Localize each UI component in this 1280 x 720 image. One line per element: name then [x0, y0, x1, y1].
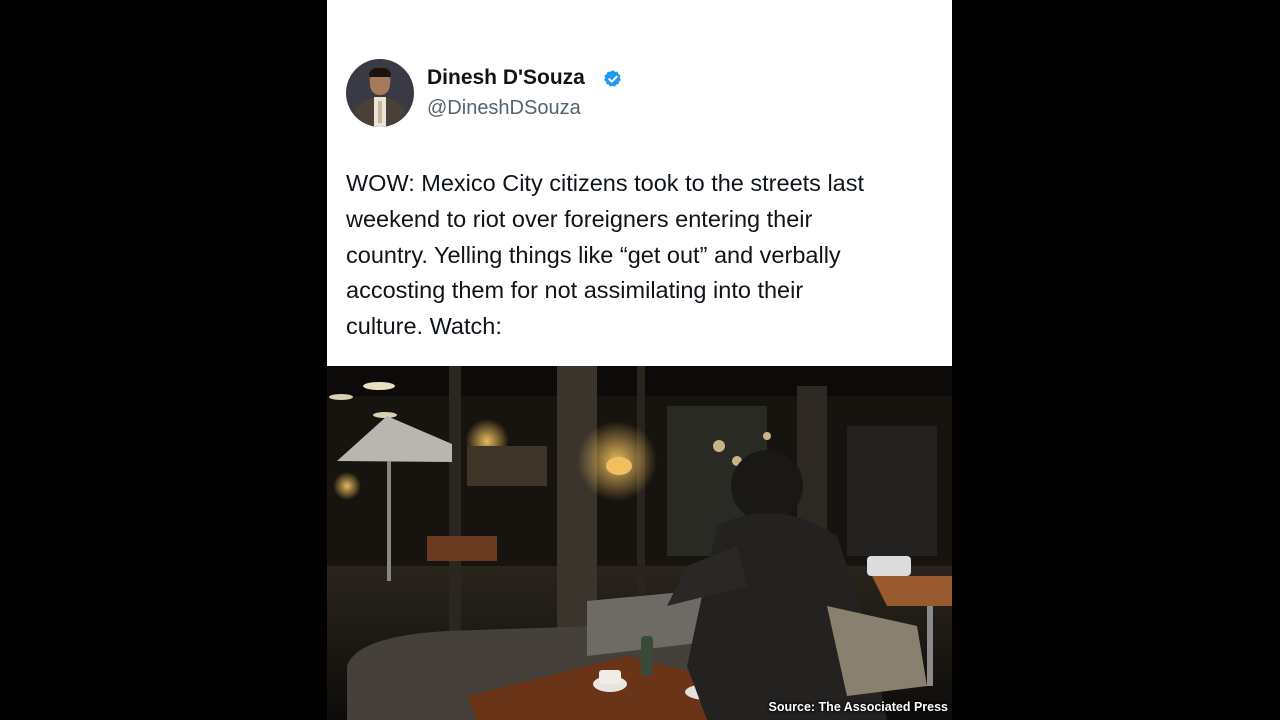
video-frame: Dinesh D'Souza @DineshDSouza WOW: Mexico… [0, 0, 1280, 720]
author-name[interactable]: Dinesh D'Souza [427, 66, 585, 90]
tweet-header-panel: Dinesh D'Souza @DineshDSouza WOW: Mexico… [327, 0, 952, 366]
tweet-card: Dinesh D'Souza @DineshDSouza WOW: Mexico… [327, 0, 952, 720]
tweet-text-line: culture. Watch: [346, 313, 502, 340]
tweet-text-line: country. Yelling things like “get out” a… [346, 241, 841, 268]
avatar[interactable] [346, 59, 414, 127]
avatar-tie [378, 101, 382, 123]
video-player[interactable]: Source: The Associated Press [327, 366, 952, 720]
video-scene [327, 366, 952, 720]
verified-badge-icon [604, 70, 621, 87]
source-caption: Source: The Associated Press [768, 700, 948, 714]
tweet-text-line: accosting them for not assimilating into… [346, 277, 804, 304]
avatar-hair [369, 68, 391, 77]
tweet-text-line: weekend to riot over foreigners entering… [346, 205, 813, 232]
tweet-text-line: WOW: Mexico City citizens took to the st… [346, 170, 865, 196]
tweet-text: WOW: Mexico City citizens took to the st… [346, 166, 941, 345]
author-handle[interactable]: @DineshDSouza [427, 97, 581, 120]
